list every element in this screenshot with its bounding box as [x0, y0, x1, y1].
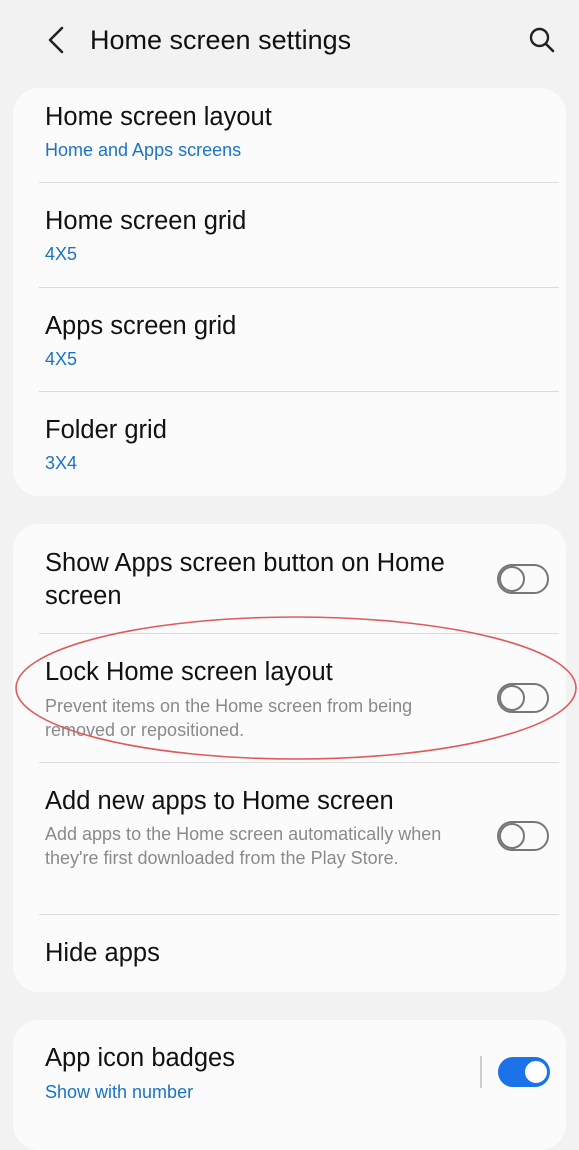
add-new-apps-item[interactable]: Add new apps to Home screen Add apps to … [13, 763, 566, 914]
home-screen-grid-title: Home screen grid [45, 207, 247, 235]
home-screen-grid-value: 4X5 [45, 244, 78, 264]
switch-knob [499, 823, 525, 849]
add-new-apps-title: Add new apps to Home screen [45, 787, 394, 815]
add-new-apps-switch[interactable] [497, 821, 549, 851]
app-bar: Home screen settings [0, 0, 579, 80]
show-apps-button-title: Show Apps screen button on Home screen [45, 549, 445, 610]
home-screen-grid-item[interactable]: Home screen grid 4X5 [13, 183, 566, 287]
switch-knob [499, 685, 525, 711]
lock-home-layout-title: Lock Home screen layout [45, 658, 333, 686]
folder-grid-value: 3X4 [45, 453, 78, 473]
show-apps-button-item[interactable]: Show Apps screen button on Home screen [13, 524, 566, 634]
page-title: Home screen settings [90, 25, 352, 55]
hide-apps-title: Hide apps [45, 939, 160, 967]
layout-settings-card: Home screen layout Home and Apps screens… [13, 88, 566, 496]
chevron-left-icon[interactable] [42, 24, 70, 56]
home-screen-layout-value: Home and Apps screens [45, 140, 242, 160]
lock-home-layout-item[interactable]: Lock Home screen layout Prevent items on… [13, 634, 566, 762]
apps-screen-grid-value: 4X5 [45, 349, 78, 369]
add-new-apps-description: Add apps to the Home screen automaticall… [45, 824, 442, 868]
search-icon[interactable] [528, 26, 556, 54]
show-apps-button-switch[interactable] [497, 564, 549, 594]
folder-grid-item[interactable]: Folder grid 3X4 [13, 392, 566, 496]
apps-screen-grid-title: Apps screen grid [45, 312, 237, 340]
home-screen-layout-item[interactable]: Home screen layout Home and Apps screens [13, 88, 566, 183]
app-icon-badges-switch[interactable] [498, 1057, 550, 1087]
lock-home-layout-description: Prevent items on the Home screen from be… [45, 696, 413, 740]
app-icon-badges-item[interactable]: App icon badges Show with number [13, 1020, 566, 1120]
app-icon-badges-value: Show with number [45, 1082, 194, 1102]
home-screen-layout-title: Home screen layout [45, 103, 272, 131]
badges-card: App icon badges Show with number [13, 1020, 566, 1150]
hide-apps-item[interactable]: Hide apps [13, 915, 566, 992]
apps-screen-grid-item[interactable]: Apps screen grid 4X5 [13, 288, 566, 392]
home-behavior-card: Show Apps screen button on Home screen L… [13, 524, 566, 992]
switch-knob [499, 566, 525, 592]
app-icon-badges-title: App icon badges [45, 1044, 235, 1072]
switch-knob [523, 1059, 549, 1085]
lock-home-layout-switch[interactable] [497, 683, 549, 713]
folder-grid-title: Folder grid [45, 416, 167, 444]
vertical-separator [480, 1056, 482, 1088]
